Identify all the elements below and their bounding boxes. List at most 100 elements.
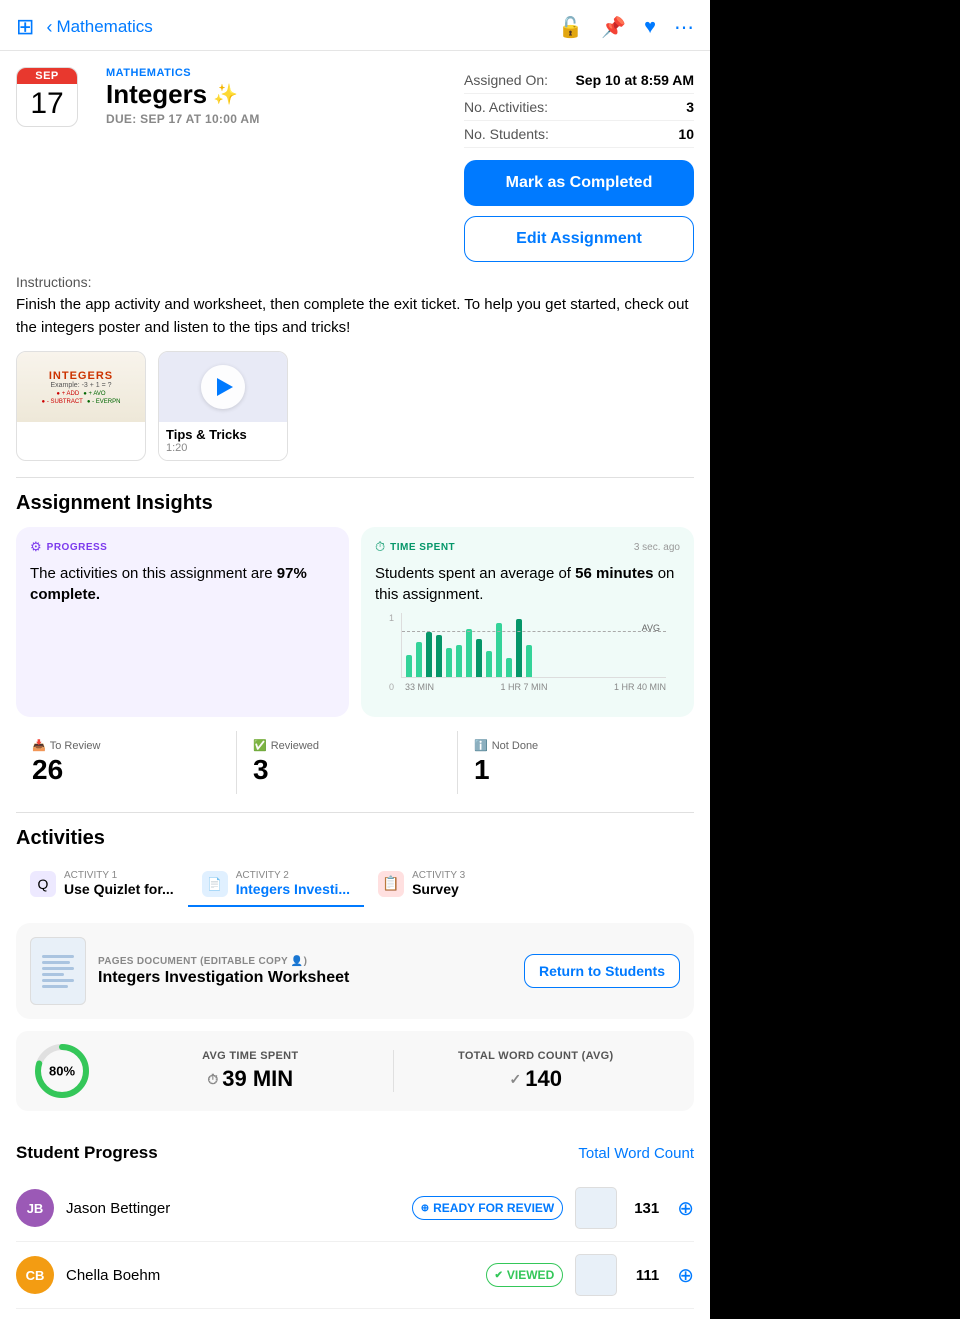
avg-time-value: 39 MIN xyxy=(222,1066,293,1092)
total-word-icon: ✓ xyxy=(510,1071,522,1088)
return-to-students-button[interactable]: Return to Students xyxy=(524,954,680,988)
tips-tricks-card[interactable]: Tips & Tricks 1:20 xyxy=(158,351,288,461)
quizlet-icon: Q xyxy=(30,871,56,897)
assignment-title: Integers ✨ xyxy=(106,79,260,110)
reviewed-value: 3 xyxy=(253,754,457,786)
activities-value: 3 xyxy=(686,99,694,115)
activity-stats: 80% AVG TIME SPENT ⏱ 39 MIN TOTAL WORD C… xyxy=(16,1031,694,1111)
avg-label: AVG xyxy=(642,623,660,633)
students-value: 10 xyxy=(678,126,694,142)
instructions-label: Instructions: xyxy=(16,274,694,290)
heart-icon[interactable]: ♥ xyxy=(644,16,656,39)
play-button[interactable] xyxy=(201,365,245,409)
chart-label-3: 1 HR 40 MIN xyxy=(614,682,666,692)
doc-thumbnail xyxy=(30,937,86,1005)
due-date: DUE: SEP 17 AT 10:00 AM xyxy=(106,112,260,126)
students-row: No. Students: 10 xyxy=(464,121,694,148)
activity-tabs: Q ACTIVITY 1 Use Quizlet for... 📄 ACTIVI… xyxy=(16,862,694,907)
bar-5 xyxy=(446,648,452,677)
activities-row: No. Activities: 3 xyxy=(464,94,694,121)
back-button[interactable]: ‹ Mathematics xyxy=(46,17,152,38)
reviewed-stat: ✅ Reviewed 3 xyxy=(237,731,458,794)
progress-text: The activities on this assignment are 97… xyxy=(30,563,335,605)
bar-13 xyxy=(526,645,532,677)
total-word-stat: TOTAL WORD COUNT (AVG) ✓ 140 xyxy=(394,1050,679,1092)
tips-tricks-duration: 1:20 xyxy=(166,442,280,454)
activity-1-name: Use Quizlet for... xyxy=(64,881,174,897)
chart-label-2: 1 HR 7 MIN xyxy=(500,682,547,692)
student-name-2: Chella Boehm xyxy=(66,1267,474,1284)
status-badge-1: ⊕ READY FOR REVIEW xyxy=(412,1196,564,1220)
stats-row: 📥 To Review 26 ✅ Reviewed 3 ℹ️ Not Done … xyxy=(16,731,694,802)
total-word-value: 140 xyxy=(525,1066,562,1092)
bar-8 xyxy=(476,639,482,677)
more-icon[interactable]: ⋯ xyxy=(674,15,694,40)
chevron-left-icon: ‹ xyxy=(46,17,52,38)
tab-activity-1[interactable]: Q ACTIVITY 1 Use Quizlet for... xyxy=(16,862,188,907)
cal-month: SEP xyxy=(17,68,77,84)
mark-completed-button[interactable]: Mark as Completed xyxy=(464,160,694,206)
time-text: Students spent an average of 56 minutes … xyxy=(375,563,680,605)
media-row: INTEGERS Example: -3 + 1 = ? ● + ADD ● +… xyxy=(0,351,710,477)
reviewed-icon: ✅ xyxy=(253,739,267,752)
avg-time-label: AVG TIME SPENT xyxy=(124,1050,377,1062)
bar-4 xyxy=(436,635,442,677)
chart-label-1: 33 MIN xyxy=(405,682,434,692)
tab-activity-2[interactable]: 📄 ACTIVITY 2 Integers Investi... xyxy=(188,862,364,907)
assigned-on-value: Sep 10 at 8:59 AM xyxy=(575,72,694,88)
activity-3-name: Survey xyxy=(412,881,465,897)
student-row: JB Jason Bettinger ⊕ READY FOR REVIEW 13… xyxy=(16,1175,694,1242)
student-word-count-1: 131 xyxy=(629,1200,659,1217)
integers-poster-card[interactable]: INTEGERS Example: -3 + 1 = ? ● + ADD ● +… xyxy=(16,351,146,461)
to-review-icon: 📥 xyxy=(32,739,46,752)
student-avatar-cb: CB xyxy=(16,1256,54,1294)
document-card: PAGES DOCUMENT (EDITABLE COPY 👤) Integer… xyxy=(16,923,694,1019)
activities-title: Activities xyxy=(16,827,694,850)
lock-icon[interactable]: 🔓 xyxy=(558,15,583,40)
bar-7 xyxy=(466,629,472,677)
assigned-on-label: Assigned On: xyxy=(464,72,548,88)
tab-activity-3[interactable]: 📋 ACTIVITY 3 Survey xyxy=(364,862,479,907)
time-chart: 1 0 AVG xyxy=(375,605,680,705)
progress-card: ⚙ PROGRESS The activities on this assign… xyxy=(16,527,349,717)
bar-1 xyxy=(406,655,412,677)
student-thumb-1 xyxy=(575,1187,617,1229)
time-spent-card: ⏱ TIME SPENT 3 sec. ago Students spent a… xyxy=(361,527,694,717)
edit-assignment-button[interactable]: Edit Assignment xyxy=(464,216,694,262)
play-icon xyxy=(217,378,233,396)
activities-label: No. Activities: xyxy=(464,99,548,115)
time-icon: ⏱ xyxy=(375,539,385,555)
to-review-value: 26 xyxy=(32,754,236,786)
progress-donut: 80% xyxy=(32,1041,92,1101)
total-word-label: TOTAL WORD COUNT (AVG) xyxy=(410,1050,663,1062)
not-done-value: 1 xyxy=(474,754,678,786)
doc-label: PAGES DOCUMENT (EDITABLE COPY 👤) xyxy=(98,956,512,967)
survey-icon: 📋 xyxy=(378,871,404,897)
avg-time-icon: ⏱ xyxy=(207,1071,218,1088)
bar-2 xyxy=(416,642,422,677)
poster-title: INTEGERS xyxy=(49,370,113,382)
student-thumb-2 xyxy=(575,1254,617,1296)
bar-9 xyxy=(486,651,492,677)
progress-tag: PROGRESS xyxy=(47,542,108,553)
student-more-2[interactable]: ⊕ xyxy=(677,1263,694,1288)
student-word-count-2: 111 xyxy=(629,1267,659,1284)
activity-1-num: ACTIVITY 1 xyxy=(64,870,174,881)
assigned-on-row: Assigned On: Sep 10 at 8:59 AM xyxy=(464,67,694,94)
sidebar-toggle[interactable]: ⊞ xyxy=(16,14,34,40)
review-icon: ⊕ xyxy=(421,1203,429,1214)
pin-icon[interactable]: 📌 xyxy=(601,15,626,40)
student-row: CB Chella Boehm ✔ VIEWED 111 ⊕ xyxy=(16,1242,694,1309)
calendar-badge: SEP 17 xyxy=(16,67,78,127)
student-name-1: Jason Bettinger xyxy=(66,1200,400,1217)
tips-tricks-title: Tips & Tricks xyxy=(166,427,280,442)
cal-day: 17 xyxy=(30,84,63,126)
total-word-count-link[interactable]: Total Word Count xyxy=(578,1145,694,1162)
bar-12 xyxy=(516,619,522,677)
student-more-1[interactable]: ⊕ xyxy=(677,1196,694,1221)
avg-time-stat: AVG TIME SPENT ⏱ 39 MIN xyxy=(108,1050,394,1092)
status-badge-2: ✔ VIEWED xyxy=(486,1263,564,1287)
not-done-stat: ℹ️ Not Done 1 xyxy=(458,731,678,794)
time-timestamp: 3 sec. ago xyxy=(634,542,680,553)
back-label: Mathematics xyxy=(56,17,152,37)
